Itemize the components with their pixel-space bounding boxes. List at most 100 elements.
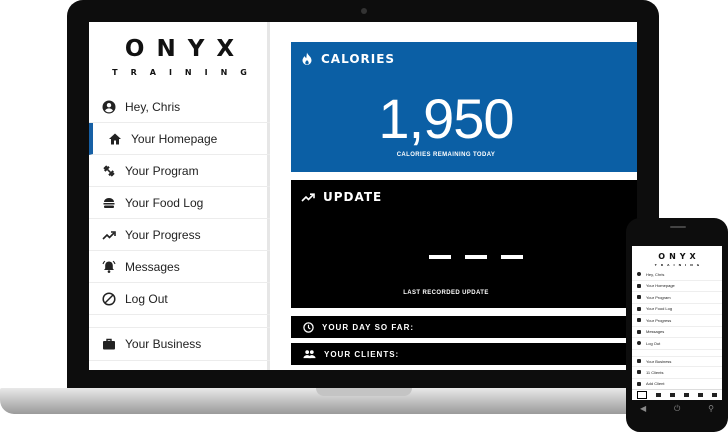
bell-icon xyxy=(637,329,641,334)
update-subtitle: LAST RECORDED UPDATE xyxy=(403,290,489,296)
day-so-far-bar[interactable]: YOUR DAY SO FAR: xyxy=(291,316,637,338)
trending-up-icon xyxy=(637,318,641,323)
update-header: UPDATE xyxy=(301,190,382,204)
device-mockup: ONYX TRAINING Hey, Chris Your Homepage Y… xyxy=(0,0,728,432)
dashboard-main: CALORIES 1,950 CALORIES REMAINING TODAY … xyxy=(273,22,637,370)
calories-header: CALORIES xyxy=(301,52,395,66)
sidebar-item-profile[interactable]: Hey, Chris xyxy=(89,91,270,123)
trending-up-icon[interactable] xyxy=(684,393,690,397)
calories-value: 1,950 xyxy=(378,87,514,150)
briefcase-icon xyxy=(101,336,117,352)
dash xyxy=(465,255,487,259)
back-icon[interactable]: ◀ xyxy=(640,404,646,414)
dash xyxy=(501,255,523,259)
sidebar-item-progress[interactable]: Your Progress xyxy=(89,219,270,251)
update-card[interactable]: UPDATE LAST RECORDED UPDATE xyxy=(291,180,637,308)
sidebar-item-label: Your Business xyxy=(125,337,202,351)
block-icon xyxy=(637,341,641,346)
clients-bar[interactable]: YOUR CLIENTS: xyxy=(291,343,637,365)
phone-item-label: Hey, Chris xyxy=(646,271,665,277)
dumbbell-icon[interactable] xyxy=(655,393,661,397)
clock-icon xyxy=(303,321,314,333)
dash xyxy=(429,255,451,259)
bell-icon[interactable] xyxy=(698,393,704,397)
phone-item-label: Your Program xyxy=(646,294,671,300)
phone-logo-wordmark: ONYX xyxy=(658,252,700,261)
phone-item-logout[interactable]: Log Out xyxy=(632,338,722,350)
people-icon xyxy=(637,370,641,375)
dumbbell-icon xyxy=(101,163,117,179)
phone-item-label: Log Out xyxy=(646,340,661,346)
phone-item-messages[interactable]: Messages xyxy=(632,327,722,338)
logo-tagline: TRAINING xyxy=(112,68,260,77)
phone-item-label: 11 Clients xyxy=(646,369,664,375)
people-icon xyxy=(303,350,316,359)
phone-logo[interactable]: ONYX TRAINING xyxy=(632,246,722,267)
bell-icon xyxy=(101,259,117,275)
phone-item-label: Messages xyxy=(646,329,665,335)
trending-up-icon xyxy=(301,193,315,202)
sidebar: ONYX TRAINING Hey, Chris Your Homepage Y… xyxy=(89,22,270,370)
sidebar-item-food-log[interactable]: Your Food Log xyxy=(89,187,270,219)
logo-wordmark: ONYX xyxy=(124,36,247,62)
search-icon[interactable]: ⚲ xyxy=(708,404,714,414)
home-icon xyxy=(637,283,641,288)
burger-icon[interactable] xyxy=(669,393,675,397)
plus-icon xyxy=(637,381,641,386)
menu-icon[interactable] xyxy=(636,391,647,399)
phone-item-program[interactable]: Your Program xyxy=(632,292,722,304)
phone-nav: Hey, Chris Your Homepage Your Program Yo… xyxy=(632,269,722,390)
sidebar-item-label: Your Progress xyxy=(125,227,201,242)
home-icon xyxy=(107,131,123,147)
phone-item-progress[interactable]: Your Progress xyxy=(632,315,722,327)
power-icon[interactable]: ⏻ xyxy=(674,404,680,414)
webcam xyxy=(361,8,367,14)
laptop-notch xyxy=(316,388,412,396)
sidebar-item-label: Hey, Chris xyxy=(125,99,181,114)
logo[interactable]: ONYX TRAINING xyxy=(89,36,270,77)
phone-item-business[interactable]: Your Business xyxy=(632,355,722,367)
phone-logo-tagline: TRAINING xyxy=(654,263,704,267)
calories-title: CALORIES xyxy=(321,52,396,66)
sidebar-item-program[interactable]: Your Program xyxy=(89,155,270,187)
laptop-screen: ONYX TRAINING Hey, Chris Your Homepage Y… xyxy=(89,22,637,370)
phone-item-label: Your Homepage xyxy=(646,283,675,289)
trending-up-icon xyxy=(101,227,117,243)
flame-icon xyxy=(302,52,312,65)
sidebar-item-logout[interactable]: Log Out xyxy=(89,283,270,315)
block-icon xyxy=(101,291,117,307)
sidebar-nav: Hey, Chris Your Homepage Your Program Yo… xyxy=(89,91,270,361)
sidebar-item-business[interactable]: Your Business xyxy=(89,327,270,361)
burger-icon xyxy=(101,195,117,211)
sidebar-item-label: Your Homepage xyxy=(131,131,218,146)
phone-tab-bar xyxy=(632,389,722,400)
update-title: UPDATE xyxy=(323,190,383,204)
account-circle-icon xyxy=(101,99,117,115)
burger-icon xyxy=(637,306,641,311)
account-circle-icon xyxy=(637,272,641,277)
briefcase-icon xyxy=(637,359,641,364)
phone-item-label: Your Food Log xyxy=(646,306,673,312)
day-so-far-label: YOUR DAY SO FAR: xyxy=(322,322,415,332)
phone-screen: ONYX TRAINING Hey, Chris Your Homepage Y… xyxy=(632,246,722,400)
phone-item-label: Your Progress xyxy=(646,317,672,323)
phone-item-food-log[interactable]: Your Food Log xyxy=(632,304,722,315)
phone-hardware-buttons: ◀ ⏻ ⚲ xyxy=(626,404,728,414)
phone-item-label: Add Client xyxy=(646,381,665,387)
sidebar-item-homepage[interactable]: Your Homepage xyxy=(89,123,270,155)
update-value-placeholder xyxy=(429,255,537,259)
phone-item-profile[interactable]: Hey, Chris xyxy=(632,269,722,281)
sidebar-item-label: Log Out xyxy=(125,291,168,306)
sidebar-item-messages[interactable]: Messages xyxy=(89,251,270,283)
phone-item-clients[interactable]: 11 Clients xyxy=(632,367,722,379)
phone-item-homepage[interactable]: Your Homepage xyxy=(632,281,722,292)
dumbbell-icon xyxy=(637,295,641,300)
calories-card[interactable]: CALORIES 1,950 CALORIES REMAINING TODAY xyxy=(291,42,637,172)
sidebar-item-label: Your Program xyxy=(125,163,199,178)
clients-label: YOUR CLIENTS: xyxy=(324,349,400,359)
sidebar-item-label: Messages xyxy=(125,259,180,274)
phone-device: ONYX TRAINING Hey, Chris Your Homepage Y… xyxy=(626,218,728,432)
calories-subtitle: CALORIES REMAINING TODAY xyxy=(396,152,496,158)
briefcase-icon[interactable] xyxy=(712,393,718,397)
phone-item-label: Your Business xyxy=(646,358,672,364)
